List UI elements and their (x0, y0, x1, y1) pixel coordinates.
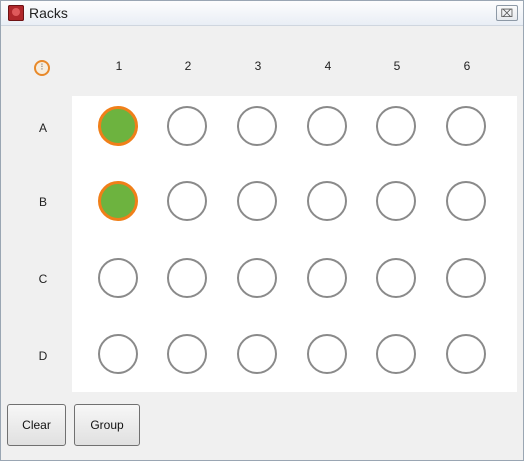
well-a1[interactable] (98, 106, 138, 146)
column-header-5: 5 (393, 59, 401, 73)
title-bar[interactable]: Racks ⌧ (1, 1, 523, 26)
row-header-c: C (38, 272, 48, 286)
well-c6[interactable] (446, 258, 486, 298)
well-d2[interactable] (167, 334, 207, 374)
well-b3[interactable] (237, 181, 277, 221)
window-title: Racks (29, 5, 68, 21)
rack-well-grid (72, 96, 517, 392)
row-header-a: A (38, 121, 47, 135)
row-header-d: D (38, 349, 48, 363)
column-header-3: 3 (254, 59, 262, 73)
well-c1[interactable] (98, 258, 138, 298)
column-header-4: 4 (324, 59, 332, 73)
app-icon (8, 5, 24, 21)
well-d3[interactable] (237, 334, 277, 374)
well-a6[interactable] (446, 106, 486, 146)
column-header-6: 6 (463, 59, 471, 73)
well-b2[interactable] (167, 181, 207, 221)
well-a4[interactable] (307, 106, 347, 146)
well-a3[interactable] (237, 106, 277, 146)
well-b6[interactable] (446, 181, 486, 221)
well-b1[interactable] (98, 181, 138, 221)
group-button[interactable]: Group (74, 404, 140, 446)
row-header-b: B (38, 195, 47, 209)
well-c5[interactable] (376, 258, 416, 298)
well-d5[interactable] (376, 334, 416, 374)
racks-window: Racks ⌧ ⁝ 1 2 3 4 5 6 A B C D Clear Grou… (0, 0, 524, 461)
well-b5[interactable] (376, 181, 416, 221)
column-header-1: 1 (115, 59, 123, 73)
well-d4[interactable] (307, 334, 347, 374)
column-header-2: 2 (184, 59, 192, 73)
well-a5[interactable] (376, 106, 416, 146)
well-c4[interactable] (307, 258, 347, 298)
well-d1[interactable] (98, 334, 138, 374)
well-c2[interactable] (167, 258, 207, 298)
well-a2[interactable] (167, 106, 207, 146)
close-button[interactable]: ⌧ (496, 5, 518, 21)
well-c3[interactable] (237, 258, 277, 298)
well-b4[interactable] (307, 181, 347, 221)
clear-button[interactable]: Clear (7, 404, 66, 446)
rack-settings-icon[interactable]: ⁝ (34, 60, 50, 76)
well-d6[interactable] (446, 334, 486, 374)
